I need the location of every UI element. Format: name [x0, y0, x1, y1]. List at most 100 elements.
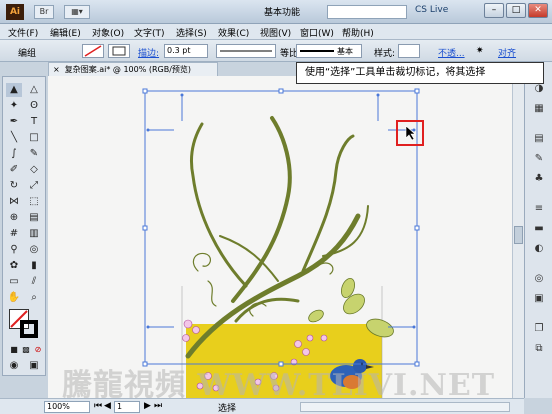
direct-selection-tool-icon[interactable]: △	[26, 83, 42, 97]
scrollbar-thumb[interactable]	[514, 226, 523, 244]
document-tab[interactable]: × 复杂图案.ai* @ 100% (RGB/预览)	[48, 62, 218, 76]
hand-tool-icon[interactable]: ✋	[6, 291, 22, 305]
bridge-button[interactable]: Br	[34, 5, 54, 19]
menu-object[interactable]: 对象(O)	[92, 26, 124, 39]
color-panel-icon[interactable]: ◑	[532, 82, 546, 96]
crop-marks	[148, 95, 414, 328]
instruction-callout: 使用“选择”工具单击裁切标记，将其选择	[296, 62, 544, 84]
horizontal-scrollbar[interactable]	[300, 402, 510, 412]
menu-file[interactable]: 文件(F)	[8, 26, 38, 39]
menu-effect[interactable]: 效果(C)	[218, 26, 249, 39]
brush-basic-label: 基本	[337, 47, 353, 56]
scale-tool-icon[interactable]: ⤢	[26, 179, 42, 193]
rectangle-tool-icon[interactable]: □	[26, 131, 42, 145]
status-bar: 100% ⏮ ◀ 1 ▶ ⏭ 选择	[0, 398, 524, 414]
stroke-swatch[interactable]	[108, 44, 130, 58]
brush-definition[interactable]: 基本	[296, 44, 362, 58]
document-title: 复杂图案.ai* @ 100% (RGB/预览)	[64, 65, 192, 74]
recolor-icon[interactable]: ✷	[476, 46, 484, 56]
menu-window[interactable]: 窗口(W)	[300, 26, 334, 39]
menu-edit[interactable]: 编辑(E)	[50, 26, 81, 39]
fill-swatch[interactable]	[82, 44, 104, 58]
menu-type[interactable]: 文字(T)	[134, 26, 165, 39]
search-input[interactable]	[327, 5, 407, 19]
variable-width-profile[interactable]	[216, 44, 276, 58]
artboards-panel-icon[interactable]: ⧉	[532, 342, 546, 356]
transparency-panel-icon[interactable]: ◐	[532, 242, 546, 256]
style-label: 样式:	[374, 49, 396, 59]
menu-view[interactable]: 视图(V)	[260, 26, 291, 39]
opacity-link[interactable]: 不透...	[438, 46, 465, 59]
line-tool-icon[interactable]: ╲	[6, 131, 22, 145]
none-mode-icon[interactable]: ⊘	[30, 343, 46, 357]
width-tool-icon[interactable]: ⋈	[6, 195, 22, 209]
gradient-tool-icon[interactable]: ▥	[26, 227, 42, 241]
gradient-panel-icon[interactable]: ▬	[532, 222, 546, 236]
column-graph-tool-icon[interactable]: ▮	[26, 259, 42, 273]
zoom-tool-icon[interactable]: ⌕	[26, 291, 42, 305]
selection-type-label: 编组	[18, 49, 37, 59]
previous-artboard-icon[interactable]: ◀	[104, 401, 111, 411]
first-artboard-icon[interactable]: ⏮	[94, 401, 102, 411]
swatches-panel-icon[interactable]: ▤	[532, 132, 546, 146]
maximize-button[interactable]: □	[506, 3, 526, 18]
stroke-swatch-large[interactable]	[20, 320, 38, 338]
paintbrush-tool-icon[interactable]: ∫	[6, 147, 22, 161]
draw-mode-icon[interactable]: ◉	[6, 359, 22, 373]
control-bar: 编组 描边: 0.3 pt 等比 基本 样式: 不透... ✷ 对齐	[0, 40, 552, 62]
perspective-grid-tool-icon[interactable]: ▤	[26, 211, 42, 225]
stroke-panel-icon[interactable]: ≡	[532, 202, 546, 216]
minimize-button[interactable]: –	[484, 3, 504, 18]
shape-builder-tool-icon[interactable]: ⊕	[6, 211, 22, 225]
color-guide-icon[interactable]: ▦	[532, 102, 546, 116]
current-tool-status[interactable]: 选择	[218, 401, 236, 414]
layers-panel-icon[interactable]: ❐	[532, 322, 546, 336]
cs-live-button[interactable]: CS Live	[415, 5, 448, 15]
crop-mark-anchors	[146, 93, 416, 329]
artboard-tool-icon[interactable]: ▭	[6, 275, 22, 289]
fill-stroke-control[interactable]	[9, 309, 41, 339]
eraser-tool-icon[interactable]: ◇	[26, 163, 42, 177]
vine-artwork	[185, 116, 369, 359]
artwork-svg	[142, 88, 424, 398]
mesh-tool-icon[interactable]: #	[6, 227, 22, 241]
vertical-scrollbar[interactable]	[512, 76, 524, 398]
stroke-weight-input[interactable]: 0.3 pt	[164, 44, 208, 58]
pencil-tool-icon[interactable]: ✎	[26, 147, 42, 161]
pen-tool-icon[interactable]: ✒	[6, 115, 22, 129]
align-link[interactable]: 对齐	[498, 46, 516, 59]
menu-help[interactable]: 帮助(H)	[342, 26, 374, 39]
eyedropper-tool-icon[interactable]: ⚲	[6, 243, 22, 257]
close-tab-icon[interactable]: ×	[53, 65, 60, 74]
arrange-documents-button[interactable]: ▦▾	[64, 5, 90, 19]
blend-tool-icon[interactable]: ◎	[26, 243, 42, 257]
symbols-panel-icon[interactable]: ♣	[532, 172, 546, 186]
lasso-tool-icon[interactable]: ʘ	[26, 99, 42, 113]
next-artboard-icon[interactable]: ▶	[144, 401, 151, 411]
menu-bar: 文件(F) 编辑(E) 对象(O) 文字(T) 选择(S) 效果(C) 视图(V…	[0, 24, 552, 40]
artboard-number-select[interactable]: 1	[114, 401, 140, 413]
stroke-link[interactable]: 描边:	[138, 46, 159, 59]
screen-mode-icon[interactable]: ▣	[26, 359, 42, 373]
zoom-level-select[interactable]: 100%	[44, 401, 90, 413]
artboard-canvas[interactable]	[48, 76, 512, 398]
free-transform-tool-icon[interactable]: ⬚	[26, 195, 42, 209]
rotate-tool-icon[interactable]: ↻	[6, 179, 22, 193]
workspace-switcher[interactable]: 基本功能	[264, 5, 324, 19]
type-tool-icon[interactable]: T	[26, 115, 42, 129]
selection-tool-icon[interactable]: ▲	[6, 83, 22, 97]
graphic-style-picker[interactable]	[398, 44, 420, 58]
title-bar: Ai Br ▦▾ 基本功能 CS Live – □ ✕	[0, 0, 552, 24]
slice-tool-icon[interactable]: ⫽	[26, 275, 42, 289]
menu-select[interactable]: 选择(S)	[176, 26, 207, 39]
graphic-styles-panel-icon[interactable]: ▣	[532, 292, 546, 306]
appearance-panel-icon[interactable]: ◎	[532, 272, 546, 286]
symbol-sprayer-tool-icon[interactable]: ✿	[6, 259, 22, 273]
last-artboard-icon[interactable]: ⏭	[154, 401, 162, 411]
magic-wand-tool-icon[interactable]: ✦	[6, 99, 22, 113]
right-panel-dock: ◑ ▦ ▤ ✎ ♣ ≡ ▬ ◐ ◎ ▣ ❐ ⧉	[524, 62, 552, 398]
close-button[interactable]: ✕	[528, 3, 548, 18]
brushes-panel-icon[interactable]: ✎	[532, 152, 546, 166]
blob-brush-tool-icon[interactable]: ✐	[6, 163, 22, 177]
arrow-cursor-icon	[405, 125, 416, 141]
